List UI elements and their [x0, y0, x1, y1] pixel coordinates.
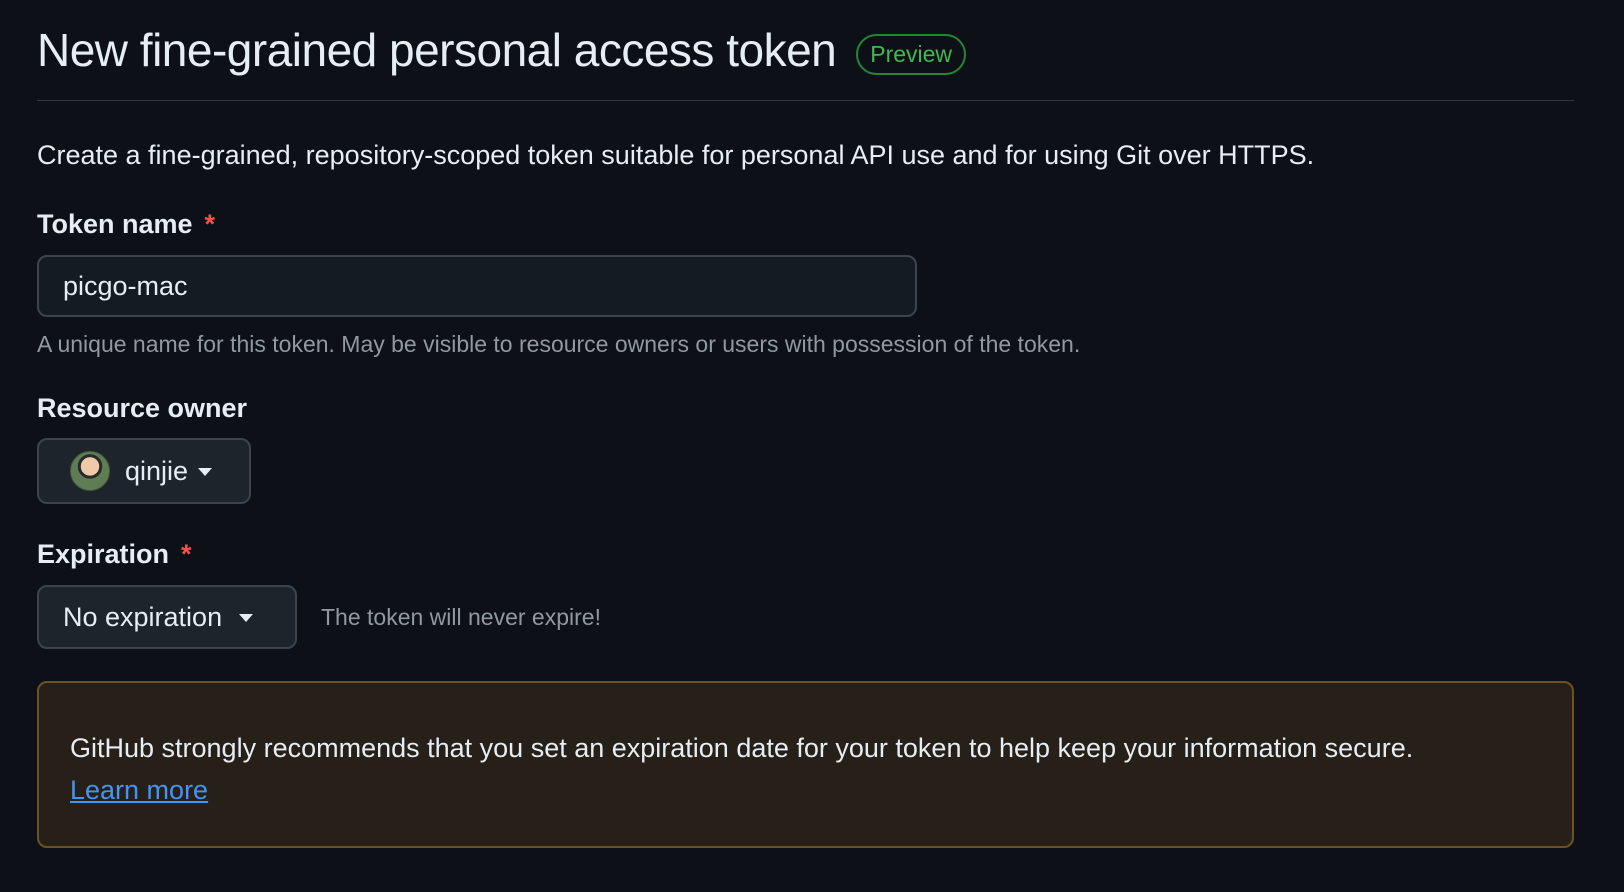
expiration-label: Expiration * [37, 539, 1574, 570]
page-description: Create a fine-grained, repository-scoped… [37, 140, 1315, 170]
token-name-label-text: Token name [37, 209, 193, 239]
expiration-selected: No expiration [63, 601, 223, 632]
caret-down-icon [198, 468, 213, 476]
expiration-label-text: Expiration [37, 539, 170, 569]
token-name-field-wrapper [37, 255, 917, 317]
token-name-hint: A unique name for this token. May be vis… [37, 331, 1081, 357]
user-avatar-icon [70, 451, 110, 491]
learn-more-link[interactable]: Learn more [70, 775, 208, 805]
preview-badge: Preview [856, 33, 967, 75]
expiration-dropdown[interactable]: No expiration [37, 585, 297, 649]
token-form-page: New fine-grained personal access token P… [37, 0, 1574, 848]
token-name-label: Token name * [37, 209, 1574, 240]
required-asterisk: * [204, 209, 216, 239]
expiration-row: No expiration The token will never expir… [37, 585, 1574, 649]
page-header: New fine-grained personal access token P… [37, 0, 1574, 101]
resource-owner-name: qinjie [125, 455, 189, 486]
required-asterisk: * [181, 539, 192, 569]
expiration-warning-banner: GitHub strongly recommends that you set … [37, 681, 1574, 848]
token-name-input[interactable] [39, 270, 915, 302]
warning-text: GitHub strongly recommends that you set … [70, 733, 1414, 763]
resource-owner-label: Resource owner [37, 393, 248, 423]
page-title: New fine-grained personal access token [37, 24, 837, 76]
expiration-note: The token will never expire! [321, 603, 601, 630]
resource-owner-dropdown[interactable]: qinjie [37, 438, 251, 504]
caret-down-icon [239, 614, 254, 622]
